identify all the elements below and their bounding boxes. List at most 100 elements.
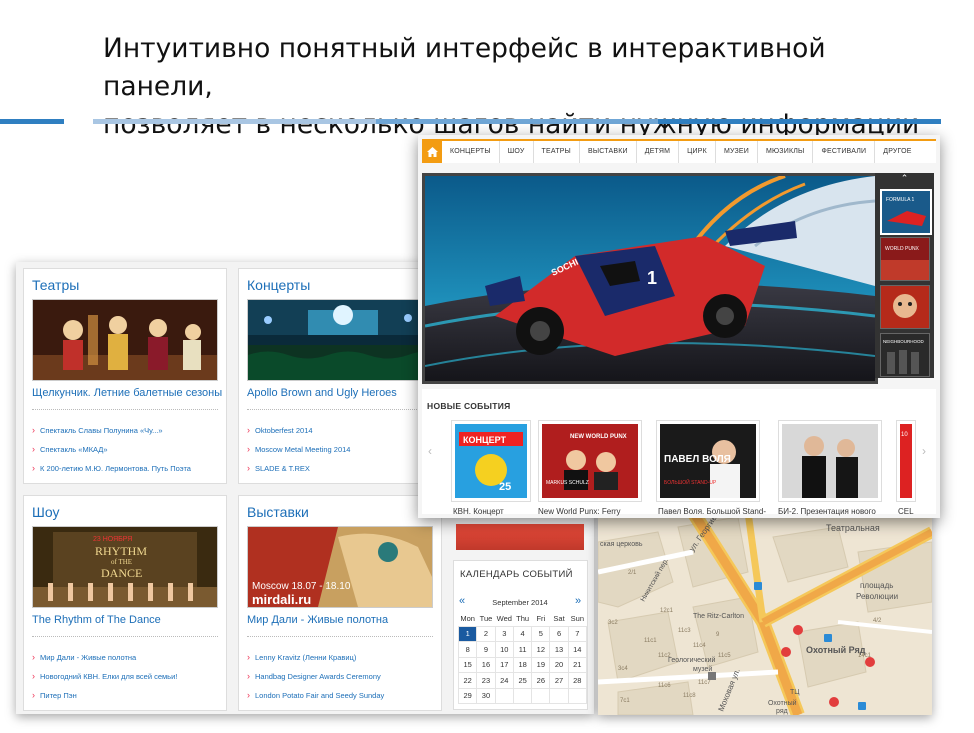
house-number: 4/2 xyxy=(873,618,882,624)
nav-item-museums[interactable]: МУЗЕИ xyxy=(716,141,758,163)
nav-item-other[interactable]: ДРУГОЕ xyxy=(875,141,919,163)
calendar-day[interactable]: 19 xyxy=(531,656,551,673)
calendar-day[interactable]: 15 xyxy=(457,656,478,673)
category-title[interactable]: Шоу xyxy=(32,504,59,520)
category-title[interactable]: Театры xyxy=(32,277,79,293)
slider-thumb[interactable]: WORLD PUNX xyxy=(880,237,930,281)
category-thumbnail[interactable]: Moscow 18.07 - 18.10 mirdali.ru xyxy=(247,526,433,608)
event-card[interactable]: КОНЦЕРТ 25 xyxy=(451,420,531,502)
event-link[interactable]: Moscow Metal Meeting 2014 xyxy=(247,440,350,459)
event-link[interactable]: SLADE & T.REX xyxy=(247,459,350,478)
category-thumbnail[interactable] xyxy=(247,299,433,381)
event-card[interactable]: 10 xyxy=(896,420,916,502)
bus-stop-icon[interactable] xyxy=(824,634,832,642)
metro-station-icon[interactable] xyxy=(829,697,839,707)
divider-segment xyxy=(658,119,941,124)
category-title[interactable]: Концерты xyxy=(247,277,310,293)
event-link[interactable]: Спектакль Славы Полунина «Чу...» xyxy=(32,421,191,440)
calendar-day[interactable]: 9 xyxy=(476,641,496,658)
calendar-day[interactable]: 28 xyxy=(567,672,588,689)
nav-item-kids[interactable]: ДЕТЯМ xyxy=(637,141,680,163)
category-headline-link[interactable]: Щелкунчик. Летние балетные сезоны xyxy=(32,387,222,399)
nav-item-concerts[interactable]: КОНЦЕРТЫ xyxy=(442,141,500,163)
bus-stop-icon[interactable] xyxy=(858,702,866,710)
calendar-day[interactable]: 11 xyxy=(512,641,533,658)
calendar-day[interactable]: 30 xyxy=(476,687,496,704)
calendar-day[interactable]: 8 xyxy=(457,641,478,658)
city-map[interactable]: Театральная площадь Революции Охотный Ря… xyxy=(598,512,932,715)
category-title[interactable]: Выставки xyxy=(247,504,309,520)
nav-item-exhibitions[interactable]: ВЫСТАВКИ xyxy=(580,141,637,163)
divider xyxy=(247,636,433,637)
event-card[interactable]: NEW WORLD PUNX MARKUS SCHULZ xyxy=(538,420,642,502)
category-headline-link[interactable]: Apollo Brown and Ugly Heroes xyxy=(247,387,397,399)
home-button[interactable] xyxy=(422,141,442,163)
calendar-day[interactable]: 4 xyxy=(512,625,533,642)
calendar-day[interactable]: 18 xyxy=(512,656,533,673)
slider-thumb[interactable] xyxy=(880,285,930,329)
event-caption[interactable]: New World Punx: Ferry xyxy=(538,507,621,516)
calendar-day[interactable]: 21 xyxy=(567,656,588,673)
calendar-day[interactable]: 23 xyxy=(476,672,496,689)
chevron-right-icon[interactable]: › xyxy=(922,444,926,458)
promo-banner[interactable] xyxy=(456,524,584,550)
event-card[interactable] xyxy=(778,420,882,502)
calendar-day[interactable]: 10 xyxy=(494,641,514,658)
nav-item-musicals[interactable]: МЮЗИКЛЫ xyxy=(758,141,814,163)
nav-item-circus[interactable]: ЦИРК xyxy=(679,141,716,163)
calendar-day[interactable]: 22 xyxy=(457,672,478,689)
calendar-day[interactable]: 3 xyxy=(494,625,514,642)
calendar-day[interactable]: 7 xyxy=(567,625,588,642)
event-caption[interactable]: CEL xyxy=(898,507,914,516)
event-caption[interactable]: БИ-2. Презентация нового xyxy=(778,507,876,516)
map-label: The Ritz-Carlton xyxy=(693,613,744,620)
museum-icon[interactable] xyxy=(708,672,716,680)
category-thumbnail[interactable]: 23 НОЯБРЯ RHYTHM of THE DANCE xyxy=(32,526,218,608)
house-number: 11с4 xyxy=(693,643,706,649)
calendar-day[interactable]: 20 xyxy=(549,656,569,673)
chevron-left-icon[interactable]: ‹ xyxy=(428,444,432,458)
chevron-up-icon[interactable]: ⌃ xyxy=(875,173,934,184)
slider-thumb[interactable]: NEIGHBOURHOOD xyxy=(880,333,930,377)
event-link[interactable]: Lenny Kravitz (Ленни Кравиц) xyxy=(247,648,384,667)
event-link[interactable]: Мир Дали - Живые полотна xyxy=(32,648,177,667)
event-link[interactable]: Спектакль «МКАД» xyxy=(32,440,191,459)
calendar-day[interactable]: 26 xyxy=(531,672,551,689)
calendar-day[interactable]: 17 xyxy=(494,656,514,673)
metro-station-icon[interactable] xyxy=(781,647,791,657)
event-link[interactable]: К 200-летию М.Ю. Лермонтова. Путь Поэта xyxy=(32,459,191,478)
hero-slider[interactable]: 1 SOCHI xyxy=(422,173,878,384)
calendar-day[interactable]: 13 xyxy=(549,641,569,658)
calendar-day[interactable]: 27 xyxy=(549,672,569,689)
calendar-day[interactable]: 6 xyxy=(549,625,569,642)
event-link[interactable]: Питер Пэн xyxy=(32,686,177,705)
house-number: 11с8 xyxy=(683,693,696,699)
event-card[interactable]: ПАВЕЛ ВОЛЯ БОЛЬШОЙ STAND-UP xyxy=(656,420,760,502)
calendar-day[interactable]: 2 xyxy=(476,625,496,642)
event-link[interactable]: Oktoberfest 2014 xyxy=(247,421,350,440)
metro-station-icon[interactable] xyxy=(865,657,875,667)
calendar-day[interactable]: 12 xyxy=(531,641,551,658)
calendar-day[interactable]: 29 xyxy=(457,687,478,704)
bus-stop-icon[interactable] xyxy=(754,582,762,590)
calendar-next-button[interactable]: » xyxy=(575,595,581,607)
nav-item-festivals[interactable]: ФЕСТИВАЛИ xyxy=(813,141,876,163)
event-link[interactable]: London Potato Fair and Seedy Sunday xyxy=(247,686,384,705)
metro-station-icon[interactable] xyxy=(793,625,803,635)
slider-thumb[interactable]: FORMULA 1 xyxy=(880,189,932,235)
calendar-day[interactable]: 25 xyxy=(512,672,533,689)
category-headline-link[interactable]: Мир Дали - Живые полотна xyxy=(247,614,388,626)
nav-item-theatres[interactable]: ТЕАТРЫ xyxy=(534,141,580,163)
category-thumbnail[interactable] xyxy=(32,299,218,381)
event-caption[interactable]: КВН. Концерт xyxy=(453,507,504,516)
event-caption[interactable]: Павел Воля. Большой Stand- xyxy=(658,507,766,516)
calendar-day[interactable]: 5 xyxy=(531,625,551,642)
nav-item-show[interactable]: ШОУ xyxy=(500,141,534,163)
event-link[interactable]: Новогодний КВН. Елки для всей семьи! xyxy=(32,667,177,686)
event-link[interactable]: Handbag Designer Awards Ceremony xyxy=(247,667,384,686)
calendar-day[interactable]: 24 xyxy=(494,672,514,689)
calendar-day-today[interactable]: 1 xyxy=(457,625,478,642)
category-headline-link[interactable]: The Rhythm of The Dance xyxy=(32,614,161,626)
calendar-day[interactable]: 16 xyxy=(476,656,496,673)
calendar-day[interactable]: 14 xyxy=(567,641,588,658)
